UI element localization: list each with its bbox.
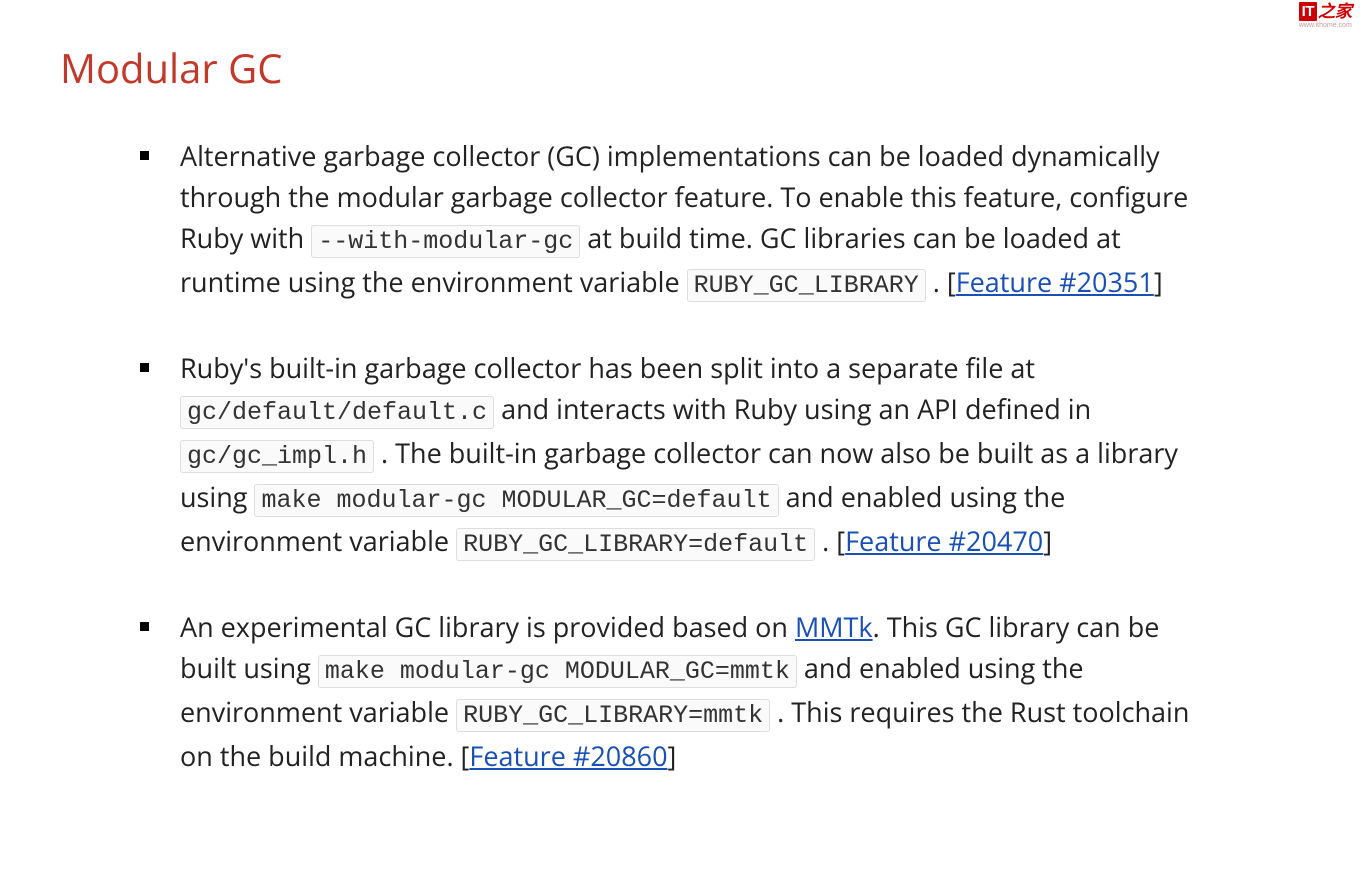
list-item: Alternative garbage collector (GC) imple… xyxy=(140,135,1222,305)
code-inline: RUBY_GC_LIBRARY=mmtk xyxy=(456,699,770,732)
watermark-logo: IT 之家 xyxy=(1299,2,1352,21)
feature-link[interactable]: Feature #20470 xyxy=(845,522,1043,559)
text: ] xyxy=(1154,263,1163,300)
watermark: IT 之家 www.ithome.com xyxy=(1299,2,1352,29)
watermark-url: www.ithome.com xyxy=(1299,22,1352,29)
list-item: Ruby's built-in garbage collector has be… xyxy=(140,347,1222,564)
text: Ruby's built-in garbage collector has be… xyxy=(180,349,1035,386)
watermark-logo-right: 之家 xyxy=(1318,3,1352,20)
text: and interacts with Ruby using an API def… xyxy=(501,390,1091,427)
text: ] xyxy=(668,737,677,774)
text: An experimental GC library is provided b… xyxy=(180,608,795,645)
text: ] xyxy=(1043,522,1052,559)
feature-list: Alternative garbage collector (GC) imple… xyxy=(60,135,1302,776)
code-inline: RUBY_GC_LIBRARY=default xyxy=(456,528,815,561)
text: . [ xyxy=(933,263,956,300)
section-heading: Modular GC xyxy=(60,40,1302,95)
text: . [ xyxy=(822,522,845,559)
code-inline: RUBY_GC_LIBRARY xyxy=(687,269,926,302)
code-inline: make modular-gc MODULAR_GC=mmtk xyxy=(318,655,797,688)
feature-link[interactable]: Feature #20860 xyxy=(469,737,667,774)
list-item: An experimental GC library is provided b… xyxy=(140,606,1222,776)
document-body: Modular GC Alternative garbage collector… xyxy=(0,0,1362,858)
code-inline: gc/gc_impl.h xyxy=(180,440,374,473)
feature-link[interactable]: Feature #20351 xyxy=(956,263,1154,300)
code-inline: make modular-gc MODULAR_GC=default xyxy=(254,484,778,517)
watermark-logo-left: IT xyxy=(1299,2,1317,21)
mmtk-link[interactable]: MMTk xyxy=(795,608,873,645)
code-inline: --with-modular-gc xyxy=(311,225,580,258)
code-inline: gc/default/default.c xyxy=(180,396,494,429)
